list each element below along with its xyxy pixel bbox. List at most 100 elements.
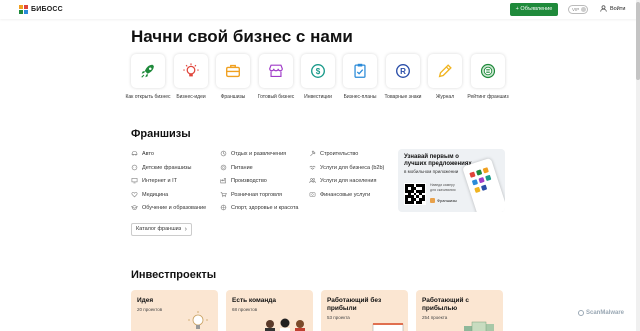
store-icon [269, 64, 283, 77]
money-stack-illustration [464, 321, 494, 331]
site-header: БИБОСС + Объявление VIP Войти [0, 0, 640, 19]
category-business-ideas[interactable]: Бизнес-идеи [173, 54, 209, 101]
invest-card-with-profit[interactable]: Работающий с прибылью 254 проекта [416, 290, 503, 331]
franchise-category-link[interactable]: Обучение и образование [131, 204, 206, 211]
franchise-catalog-button[interactable]: Каталог франшиз › [131, 223, 192, 236]
category-label: Готовый бизнес [257, 94, 295, 100]
login-label: Войти [610, 5, 626, 12]
card-title: Есть команда [232, 297, 276, 304]
franchise-category-link[interactable]: Услуги для бизнеса (b2b) [309, 164, 384, 171]
vip-toggle-knob [581, 7, 586, 12]
card-count: 53 проекта [327, 315, 350, 320]
scrollbar-thumb[interactable] [636, 2, 640, 80]
qr-code [404, 183, 426, 205]
user-icon [600, 5, 607, 12]
franchise-category-link[interactable]: Производство [220, 177, 267, 184]
franchise-category-link[interactable]: Отдых и развлечения [220, 150, 286, 157]
logo[interactable]: БИБОСС [19, 5, 63, 14]
promo-hint: Наведи камеру для скачивания [430, 183, 456, 192]
category-franchise-rating[interactable]: Рейтинг франшиз [467, 54, 509, 101]
page-title: Начни свой бизнес с нами [131, 27, 353, 46]
category-business-plans[interactable]: Бизнес-планы [342, 54, 378, 101]
invest-heading: Инвестпроекты [131, 269, 217, 281]
sport-icon [220, 204, 227, 211]
svg-text:R: R [400, 67, 406, 76]
category-label: Бизнес-планы [343, 94, 377, 100]
cart-icon [220, 192, 227, 198]
handshake-icon [309, 165, 316, 170]
franchise-category-link[interactable]: Питание [220, 164, 253, 171]
pencil-icon [438, 64, 452, 78]
phone-mockup [462, 157, 505, 212]
team-people-illustration [265, 318, 305, 331]
hammer-icon [310, 150, 316, 157]
category-investments[interactable]: $ Инвестиции [300, 54, 336, 101]
card-title: Идея [137, 297, 154, 304]
franchise-category-link[interactable]: Детские франшизы [131, 164, 192, 171]
category-label: Как открыть бизнес [125, 94, 171, 100]
franchise-category-link[interactable]: Услуги для населения [309, 177, 376, 184]
franchise-category-link[interactable]: Розничная торговля [220, 191, 282, 198]
card-count: 254 проекта [422, 315, 448, 320]
franchise-category-link[interactable]: Медицина [131, 191, 168, 198]
people-icon [309, 178, 316, 183]
card-count: 68 проектов [232, 307, 258, 312]
add-listing-button[interactable]: + Объявление [510, 3, 558, 16]
category-journal[interactable]: Журнал [427, 54, 463, 101]
food-icon [220, 164, 227, 171]
logo-text: БИБОСС [31, 6, 63, 13]
car-icon [131, 151, 138, 156]
briefcase-icon [226, 64, 240, 78]
idea-lightbulb-illustration [188, 311, 208, 329]
registered-icon: R [396, 64, 410, 78]
watermark-logo-icon [578, 310, 584, 316]
chevron-right-icon: › [184, 226, 187, 233]
card-count: 20 проектов [137, 307, 163, 312]
baby-icon [131, 164, 138, 171]
finance-icon [309, 192, 316, 197]
card-title: Работающий без прибыли [327, 297, 382, 312]
franchises-heading: Франшизы [131, 128, 191, 140]
franchise-category-link[interactable]: Спорт, здоровье и красота [220, 204, 298, 211]
leisure-icon [220, 150, 227, 157]
vip-toggle[interactable]: VIP [568, 5, 588, 14]
store-illustration [372, 323, 404, 331]
category-franchises[interactable]: Франшизы [215, 54, 251, 101]
app-logo-icon [430, 198, 435, 203]
category-label: Франшизы [220, 94, 246, 100]
heart-icon [131, 192, 138, 198]
franchise-category-link[interactable]: Авто [131, 150, 154, 157]
category-label: Журнал [435, 94, 455, 100]
category-label: Бизнес-идеи [176, 94, 206, 100]
category-label: Рейтинг франшиз [467, 94, 509, 100]
logo-mark-icon [19, 5, 28, 14]
invest-card-idea[interactable]: Идея 20 проектов [131, 290, 218, 331]
vip-label: VIP [572, 7, 580, 12]
factory-icon [220, 178, 226, 184]
catalog-button-label: Каталог франшиз [136, 226, 182, 232]
invest-card-team[interactable]: Есть команда 68 проектов [226, 290, 313, 331]
franchise-category-link[interactable]: Строительство [309, 150, 358, 157]
invest-card-no-profit[interactable]: Работающий без прибыли 53 проекта [321, 290, 408, 331]
dollar-coin-icon: $ [311, 64, 325, 78]
login-link[interactable]: Войти [600, 5, 625, 12]
franchise-category-link[interactable]: Интернет и IT [131, 177, 177, 184]
franchise-category-link[interactable]: Финансовые услуги [309, 191, 370, 198]
category-how-to-start[interactable]: Как открыть бизнес [125, 54, 171, 101]
category-trademarks[interactable]: R Товарные знаки [385, 54, 421, 101]
category-ready-business[interactable]: Готовый бизнес [258, 54, 294, 101]
category-label: Инвестиции [304, 94, 332, 100]
promo-subtitle: в мобильном приложении [404, 169, 459, 174]
card-title: Работающий с прибылью [422, 297, 469, 312]
category-label: Товарные знаки [384, 94, 422, 100]
mobile-app-promo[interactable]: Узнавай первым о лучших предложениях в м… [398, 149, 505, 212]
page-scrollbar[interactable] [636, 0, 640, 331]
lightbulb-icon [183, 63, 199, 77]
monitor-icon [131, 178, 138, 184]
rating-badge-icon [480, 63, 496, 79]
watermark: ScanMalware [578, 310, 624, 316]
education-icon [131, 205, 138, 210]
svg-text:$: $ [316, 67, 321, 76]
clipboard-check-icon [354, 63, 366, 78]
promo-app-badge: Франшизы [430, 198, 457, 203]
